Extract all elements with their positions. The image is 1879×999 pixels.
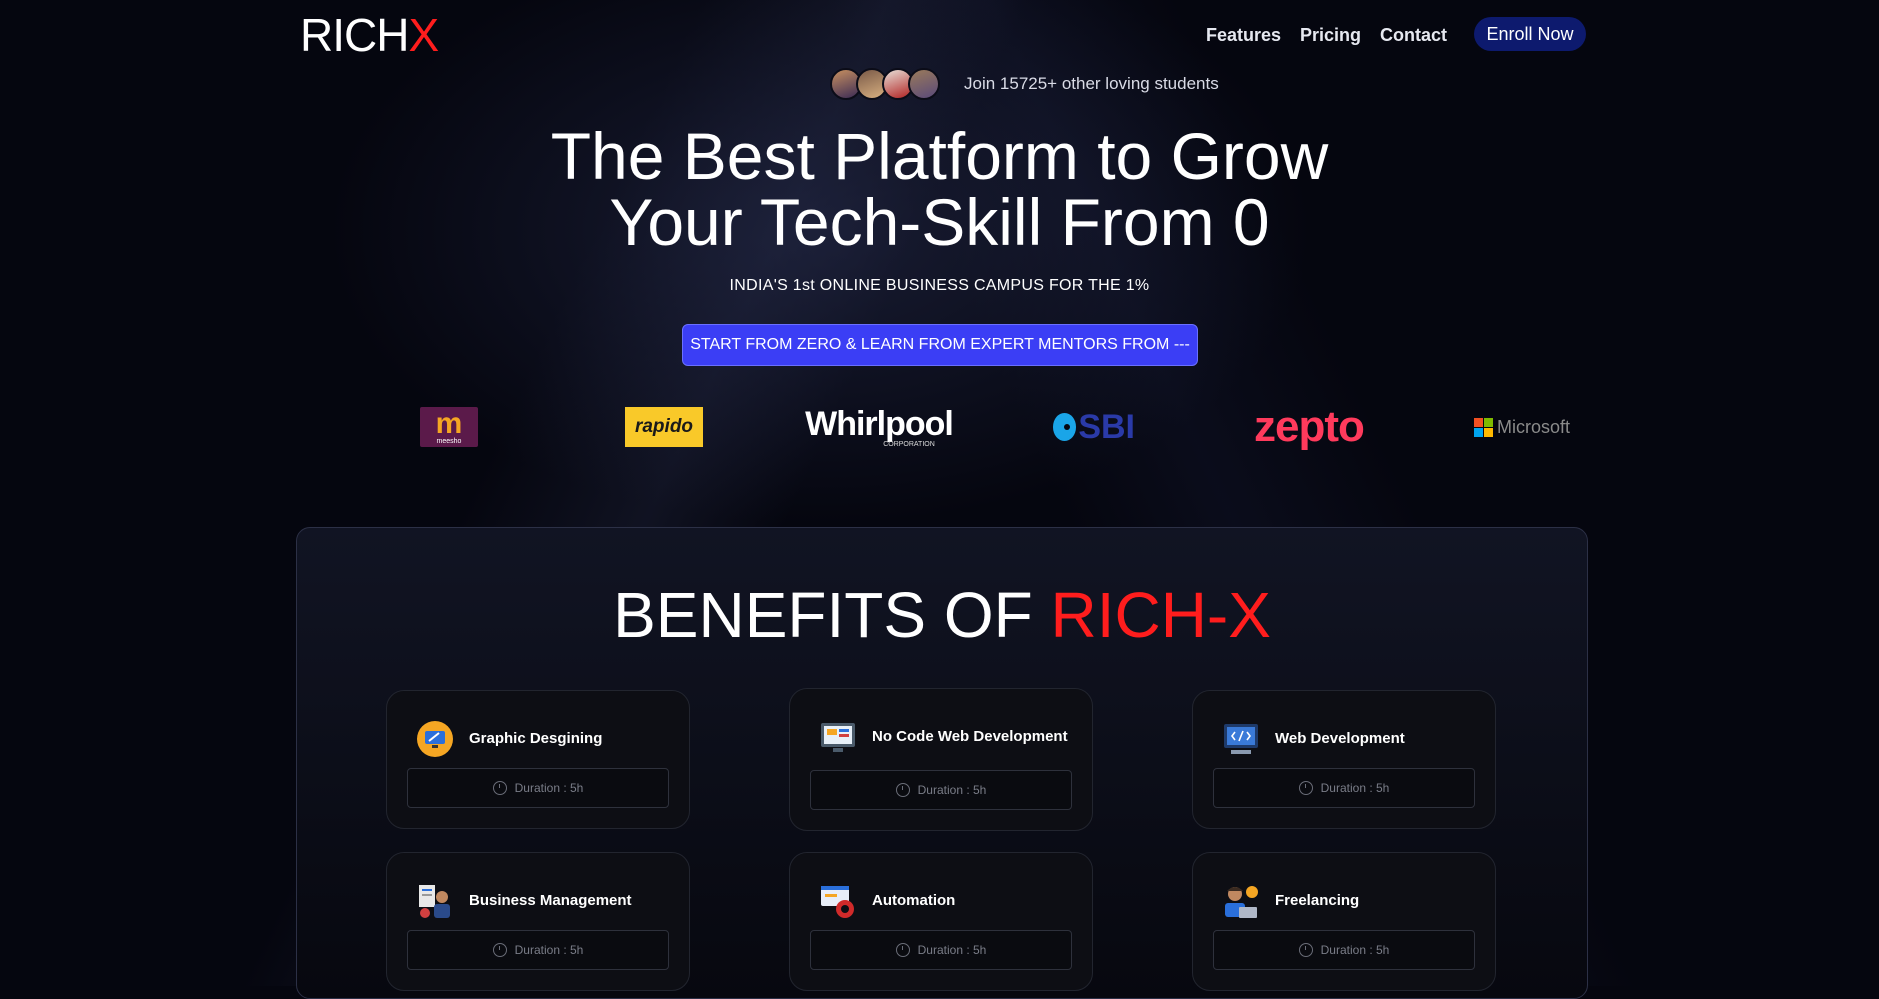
course-title: Freelancing [1275,892,1360,909]
microsoft-logo: Microsoft [1474,402,1570,452]
web-dev-icon [1224,724,1258,754]
course-title: Business Management [469,892,632,909]
duration-text: Duration : 5h [514,943,584,957]
avatar [908,68,940,100]
clock-icon [895,943,910,957]
course-title: Automation [872,892,956,909]
zepto-logo-text: zepto [1254,402,1365,451]
benefits-section: BENEFITS OF RICH-X Graphic Desgining Dur… [296,527,1588,999]
rapido-logo: rapido [624,402,704,452]
sbi-logo-text: SBI [1078,407,1135,446]
whirlpool-logo-sub: CORPORATION [883,440,935,448]
graphic-design-icon [417,721,453,757]
hero-title-line1: The Best Platform to Grow [550,119,1329,193]
course-card-automation[interactable]: Automation Duration : 5h [789,852,1093,991]
clock-icon [1298,781,1313,795]
whirlpool-logo-text: Whirlpool [805,404,954,443]
duration-field: Duration : 5h [407,930,669,970]
enroll-now-button[interactable]: Enroll Now [1474,17,1586,51]
course-card-freelancing[interactable]: Freelancing Duration : 5h [1192,852,1496,991]
course-card-business[interactable]: Business Management Duration : 5h [386,852,690,991]
duration-text: Duration : 5h [1320,943,1390,957]
meesho-logo: m meesho [419,402,479,452]
benefits-title: BENEFITS OF RICH-X [297,578,1587,652]
course-title: No Code Web Development [872,728,1068,745]
duration-text: Duration : 5h [1320,781,1390,795]
clock-icon [1298,943,1313,957]
meesho-logo-text: meesho [436,437,462,445]
whirlpool-logo: Whirlpool CORPORATION [805,402,954,452]
freelancing-icon [1225,886,1258,918]
duration-text: Duration : 5h [917,943,987,957]
microsoft-logo-text: Microsoft [1497,416,1570,437]
benefits-title-main: BENEFITS OF [613,579,1051,651]
rapido-logo-text: rapido [625,407,703,447]
duration-text: Duration : 5h [917,783,987,797]
avatar-group [830,68,940,100]
navbar: RICHX Features Pricing Contact Enroll No… [0,0,1879,70]
duration-field: Duration : 5h [1213,930,1475,970]
duration-field: Duration : 5h [1213,768,1475,808]
course-title: Web Development [1275,730,1405,747]
social-proof: Join 15725+ other loving students [830,68,1219,100]
sbi-logo: SBI [1053,402,1135,452]
hero-title-line2: Your Tech-Skill From 0 [609,185,1270,259]
duration-text: Duration : 5h [514,781,584,795]
duration-field: Duration : 5h [810,930,1072,970]
meesho-logo-mark: m [435,406,463,440]
microsoft-logo-mark [1474,417,1493,437]
course-card-web-dev[interactable]: Web Development Duration : 5h [1192,690,1496,829]
no-code-icon [821,723,855,752]
nav-link-pricing[interactable]: Pricing [1300,25,1361,46]
hero-title: The Best Platform to Grow Your Tech-Skil… [0,123,1879,255]
automation-icon [821,886,854,918]
course-card-graphic-design[interactable]: Graphic Desgining Duration : 5h [386,690,690,829]
sbi-logo-mark [1053,413,1077,441]
business-icon [419,885,450,918]
join-text: Join 15725+ other loving students [964,74,1219,93]
course-title: Graphic Desgining [469,730,603,747]
benefits-title-accent: RICH-X [1050,579,1271,651]
clock-icon [895,783,910,797]
course-card-no-code[interactable]: No Code Web Development Duration : 5h [789,688,1093,831]
logo-main: RICH [300,9,409,61]
logo[interactable]: RICHX [300,8,439,62]
nav-link-features[interactable]: Features [1206,25,1281,46]
zepto-logo: zepto [1244,402,1374,452]
logo-accent: X [408,9,439,61]
nav-link-contact[interactable]: Contact [1380,25,1447,46]
duration-field: Duration : 5h [810,770,1072,810]
clock-icon [492,943,507,957]
hero-tagline: INDIA'S 1st ONLINE BUSINESS CAMPUS FOR T… [729,277,1150,294]
start-learning-button[interactable]: START FROM ZERO & LEARN FROM EXPERT MENT… [682,324,1198,366]
clock-icon [492,781,507,795]
duration-field: Duration : 5h [407,768,669,808]
